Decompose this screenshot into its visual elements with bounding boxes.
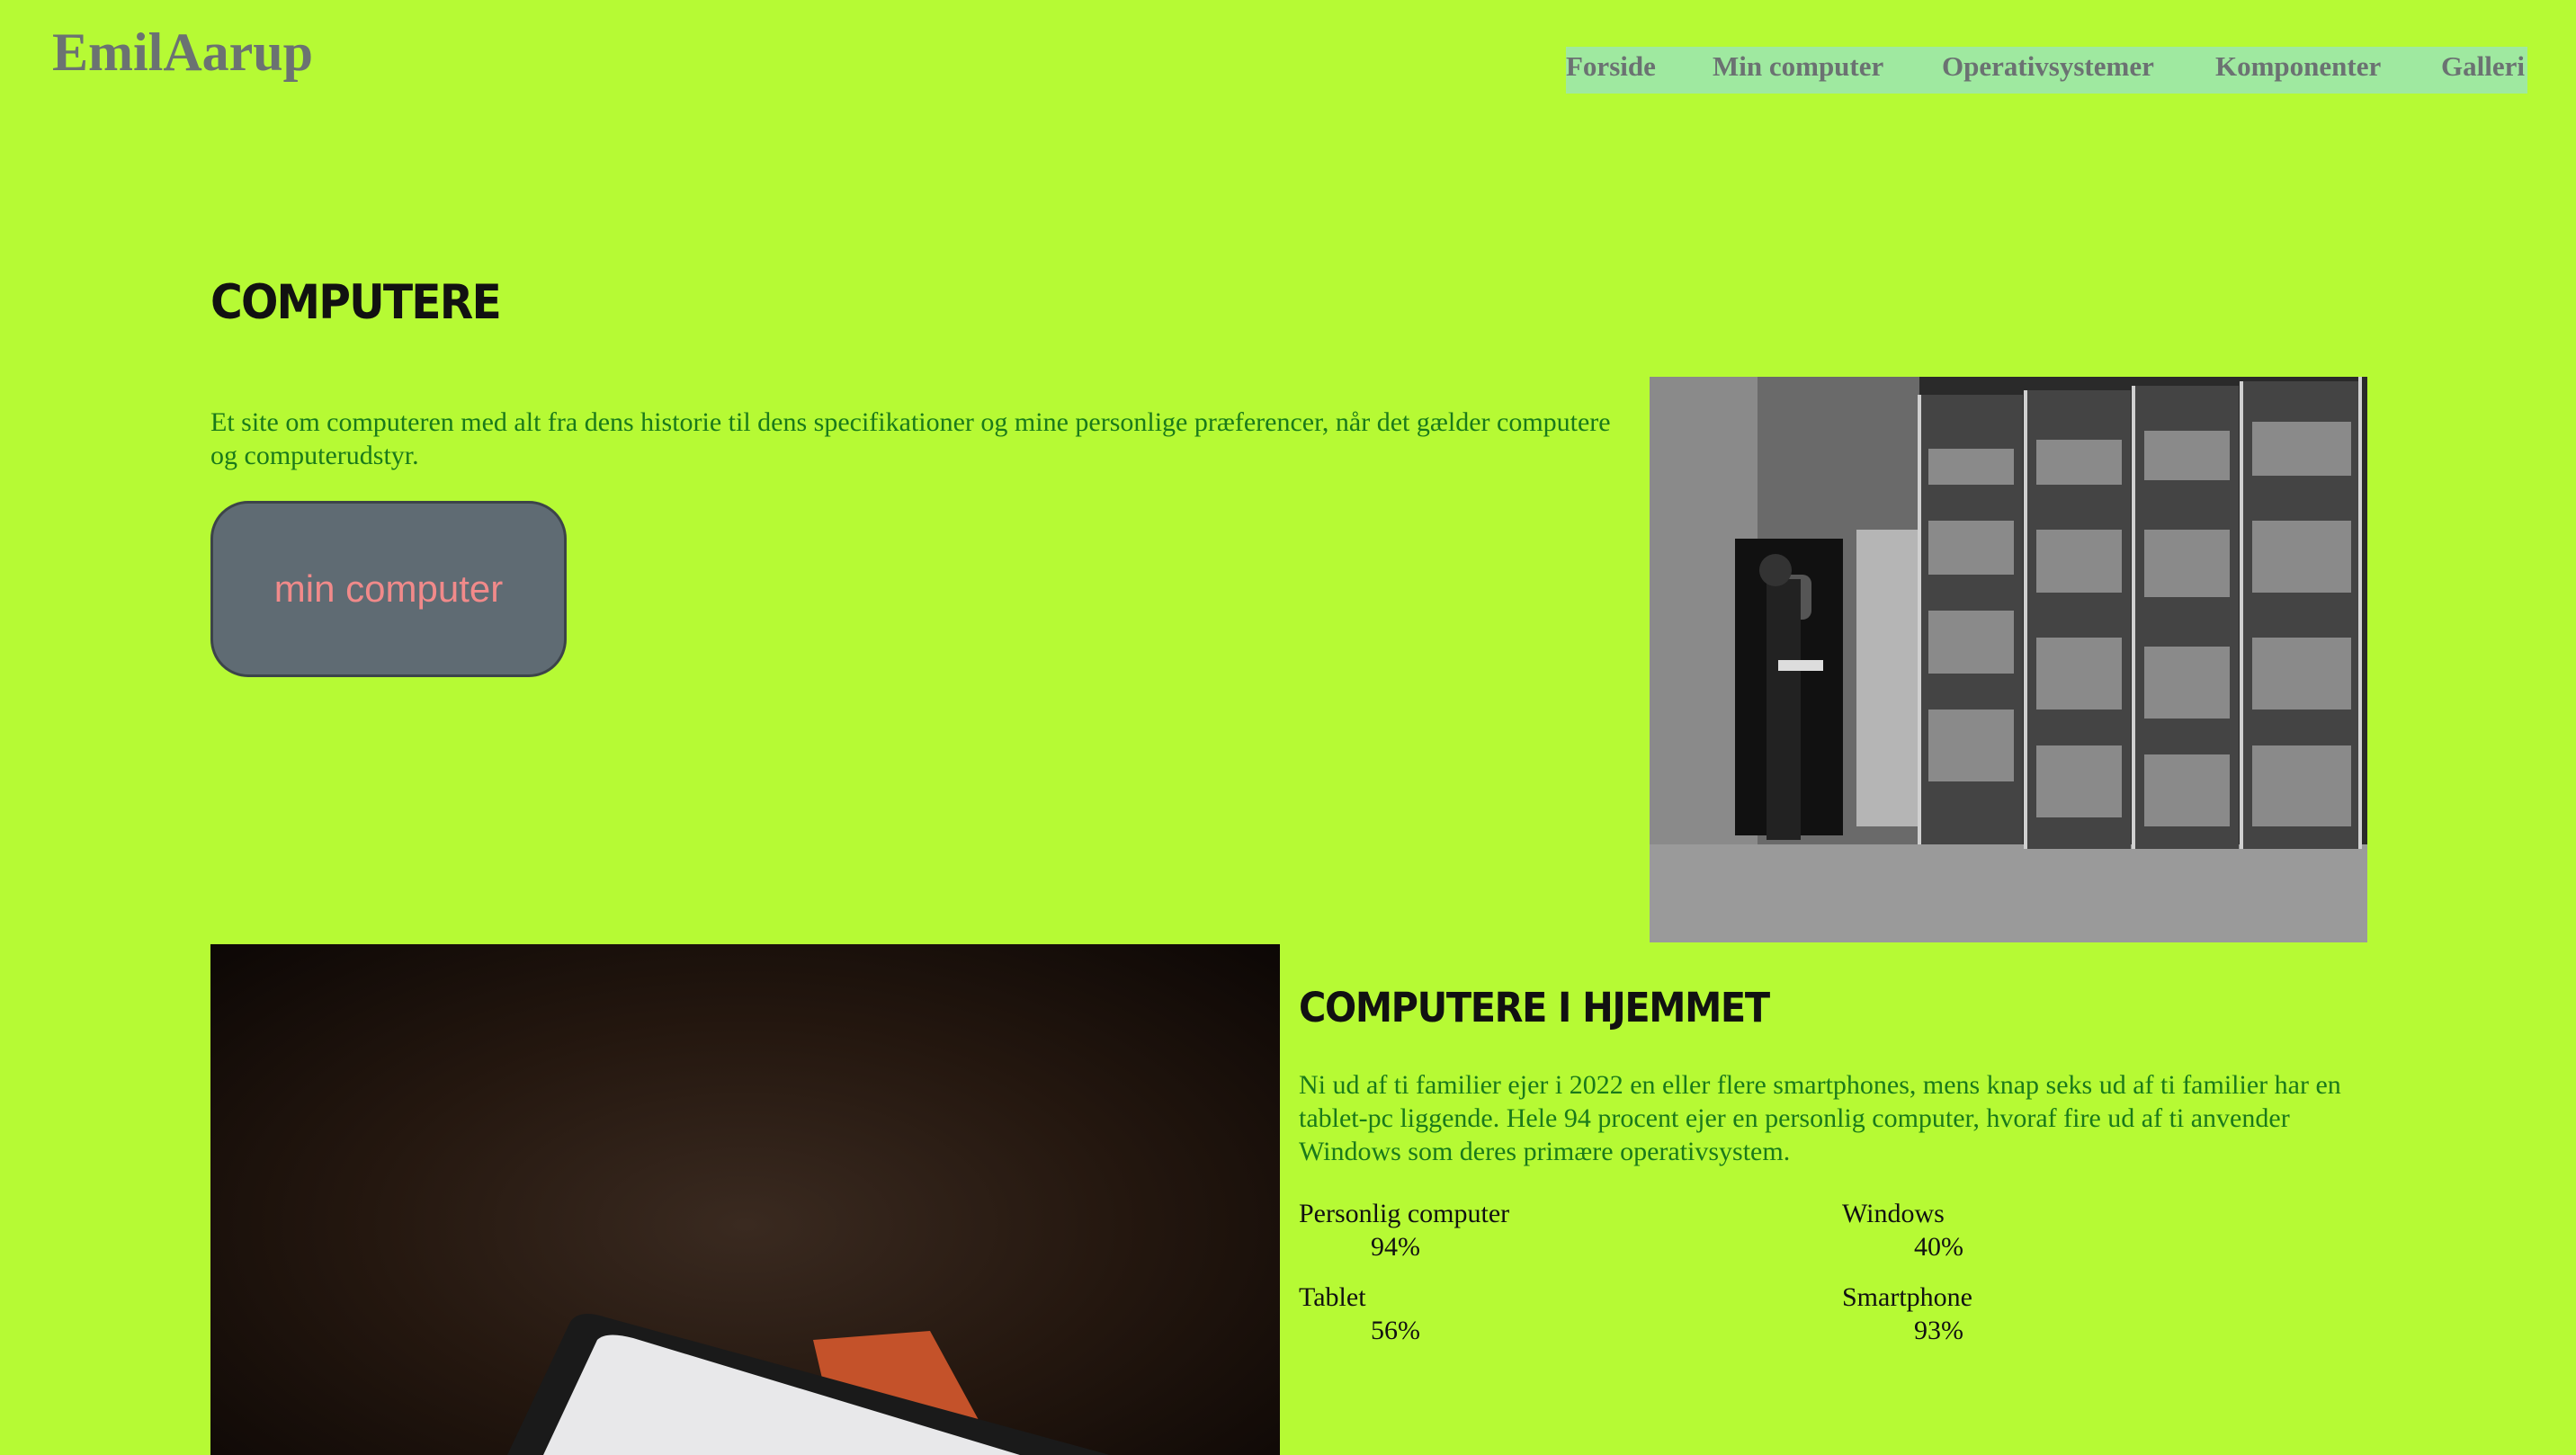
stat-personlig-computer: Personlig computer 94%: [1299, 1197, 1509, 1263]
nav-min-computer[interactable]: Min computer: [1713, 50, 1883, 83]
site-logo[interactable]: EmilAarup: [52, 22, 313, 84]
mainframe-photo: [1650, 377, 2367, 942]
page-title: COMPUTERE: [210, 275, 502, 330]
min-computer-button[interactable]: min computer: [210, 501, 567, 677]
stat-value: 40%: [1914, 1232, 1963, 1262]
home-text: Ni ud af ti familier ejer i 2022 en elle…: [1299, 1070, 2341, 1166]
intro-text: Et site om computeren med alt fra dens h…: [210, 407, 1611, 470]
stat-value: 94%: [1371, 1232, 1420, 1262]
nav-komponenter[interactable]: Komponenter: [2215, 50, 2381, 83]
nav-galleri[interactable]: Galleri: [2441, 50, 2525, 83]
stat-windows: Windows 40%: [1842, 1197, 1963, 1263]
stat-tablet: Tablet 56%: [1299, 1281, 1420, 1347]
stat-label: Windows: [1842, 1199, 1945, 1228]
nav-operativsystemer[interactable]: Operativsystemer: [1942, 50, 2154, 83]
main-nav: Forside Min computer Operativsystemer Ko…: [1566, 47, 2527, 94]
stat-label: Smartphone: [1842, 1282, 1972, 1312]
stat-smartphone: Smartphone 93%: [1842, 1281, 1972, 1347]
stat-value: 56%: [1371, 1316, 1420, 1345]
nav-forside[interactable]: Forside: [1566, 50, 1656, 83]
stat-label: Personlig computer: [1299, 1199, 1510, 1228]
section-title-home: COMPUTERE I HJEMMET: [1299, 984, 1770, 1031]
stat-label: Tablet: [1299, 1282, 1366, 1312]
tablet-photo: [210, 944, 1280, 1455]
stat-value: 93%: [1914, 1316, 1963, 1345]
